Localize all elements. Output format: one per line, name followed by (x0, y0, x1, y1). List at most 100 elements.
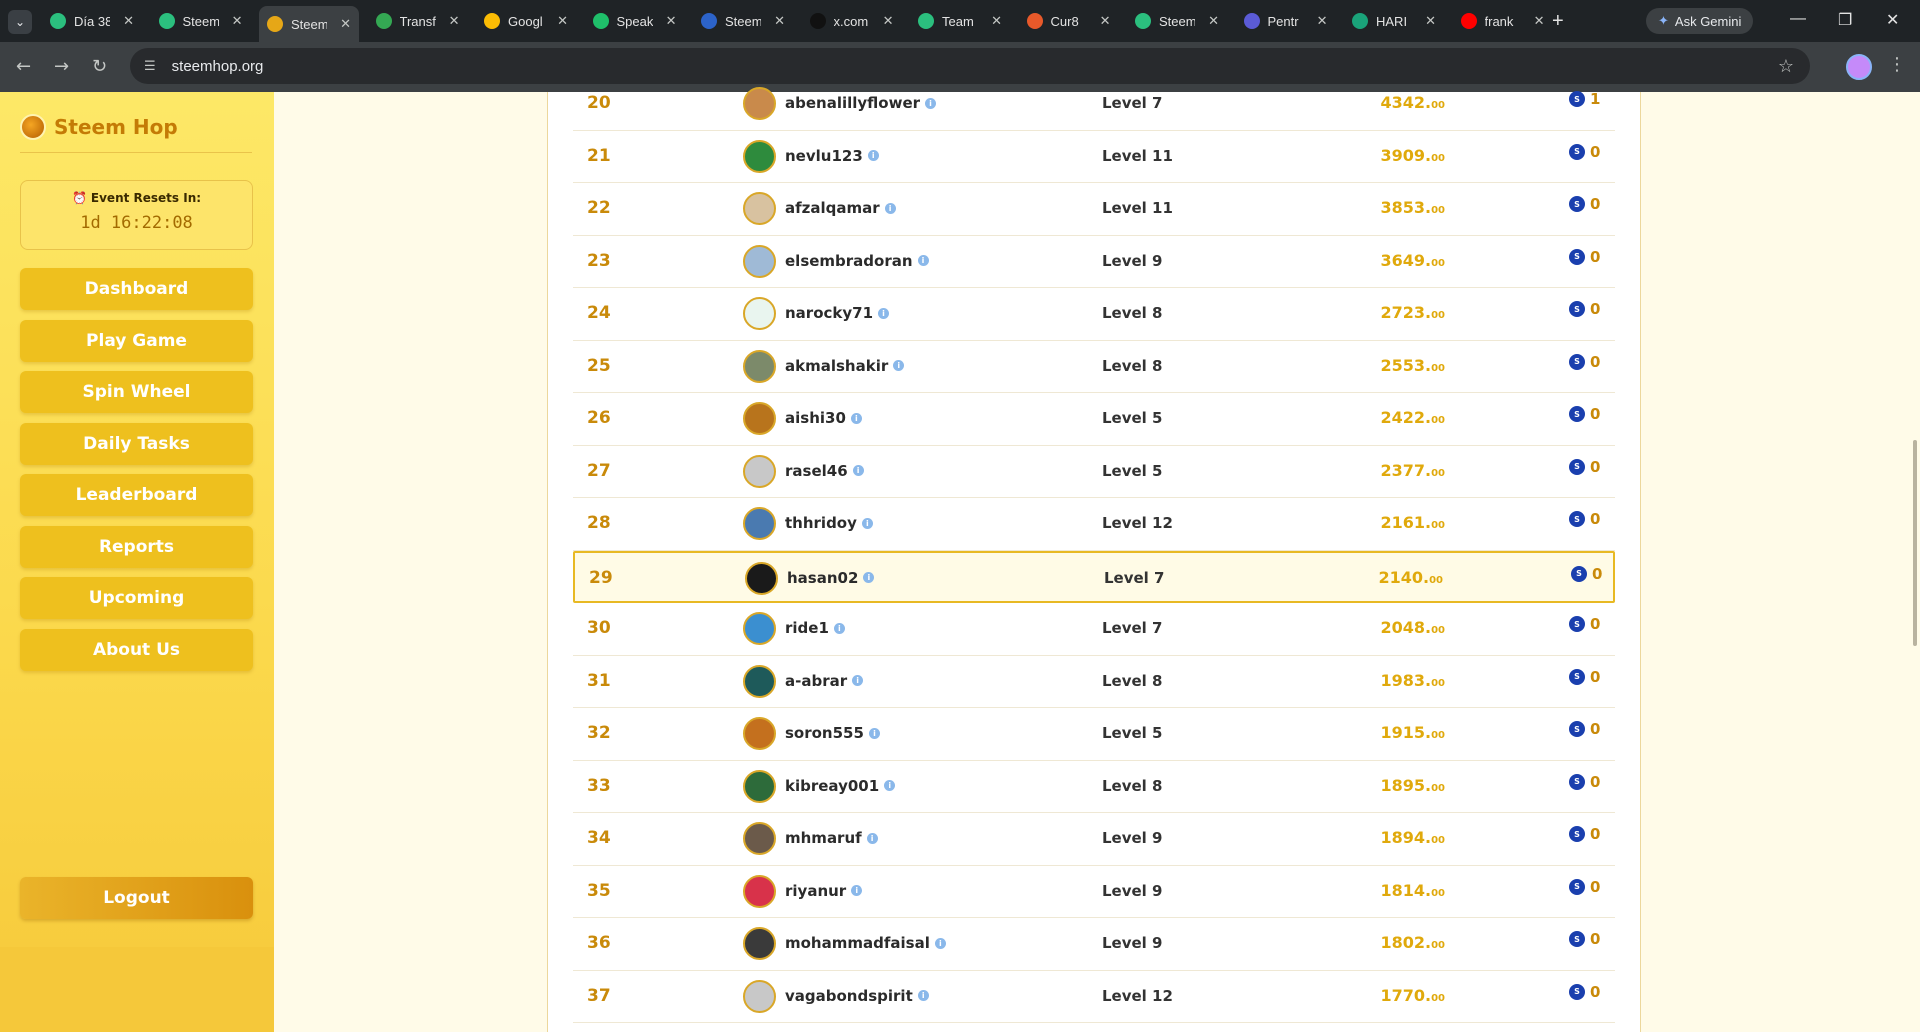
tab-close-icon[interactable]: ✕ (123, 13, 134, 29)
username[interactable]: afzalqamar (785, 199, 880, 217)
username[interactable]: mohammadfaisal (785, 934, 930, 952)
username[interactable]: riyanur (785, 882, 846, 900)
avatar[interactable] (743, 454, 776, 488)
username[interactable]: rasel46 (785, 462, 848, 480)
sidebar-item-upcoming[interactable]: Upcoming (20, 577, 253, 619)
tab-close-icon[interactable]: ✕ (1425, 13, 1436, 29)
info-icon[interactable]: i (884, 202, 896, 214)
info-icon[interactable]: i (917, 255, 929, 266)
avatar[interactable] (743, 822, 776, 855)
info-icon[interactable]: i (861, 517, 873, 529)
avatar[interactable] (743, 927, 776, 960)
tab-close-icon[interactable]: ✕ (1100, 13, 1111, 29)
info-icon[interactable]: i (852, 675, 864, 686)
username[interactable]: thhridoy (785, 514, 857, 532)
browser-tab[interactable]: Cur8 ✕ (1019, 6, 1119, 36)
avatar[interactable] (743, 402, 776, 435)
avatar[interactable] (743, 349, 776, 383)
avatar[interactable] (743, 192, 776, 225)
username[interactable]: vagabondspirit (785, 987, 913, 1005)
tab-close-icon[interactable]: ✕ (1534, 13, 1545, 29)
restore-icon[interactable]: ❐ (1838, 10, 1852, 30)
browser-tab[interactable]: frank ✕ (1453, 6, 1553, 36)
minimize-icon[interactable]: — (1790, 10, 1806, 28)
avatar[interactable] (743, 87, 776, 120)
browser-menu-icon[interactable]: ⋮ (1888, 54, 1906, 75)
username[interactable]: hasan02 (787, 569, 858, 587)
avatar[interactable] (743, 874, 776, 908)
tab-close-icon[interactable]: ✕ (232, 13, 243, 29)
sidebar-item-about-us[interactable]: About Us (20, 628, 253, 671)
info-icon[interactable]: i (851, 885, 863, 896)
avatar[interactable] (743, 979, 776, 1013)
avatar[interactable] (743, 717, 776, 750)
username[interactable]: soron555 (785, 724, 864, 742)
info-icon[interactable]: i (863, 572, 875, 583)
avatar[interactable] (743, 297, 776, 330)
browser-tab[interactable]: Team ✕ (910, 6, 1010, 36)
info-icon[interactable]: i (917, 990, 929, 1001)
ask-gemini-button[interactable]: ✦ Ask Gemini (1646, 8, 1754, 34)
sidebar-item-reports[interactable]: Reports (20, 525, 253, 568)
logout-button[interactable]: Logout (20, 877, 253, 919)
browser-tab[interactable]: Speak ✕ (585, 6, 685, 36)
info-icon[interactable]: i (833, 622, 845, 634)
username[interactable]: ride1 (785, 619, 829, 637)
reload-icon[interactable]: ↻ (92, 56, 107, 77)
username[interactable]: narocky71 (785, 304, 873, 322)
info-icon[interactable]: i (878, 307, 890, 319)
info-icon[interactable]: i (852, 465, 864, 476)
browser-tab[interactable]: Pentr ✕ (1236, 6, 1336, 36)
browser-tab[interactable]: Googl ✕ (476, 6, 576, 36)
username[interactable]: a-abrar (785, 672, 847, 690)
avatar[interactable] (743, 664, 776, 698)
bookmark-star-icon[interactable]: ☆ (1778, 56, 1794, 77)
username[interactable]: mhmaruf (785, 829, 862, 847)
sidebar-item-leaderboard[interactable]: Leaderboard (20, 474, 253, 516)
username[interactable]: abenalillyflower (785, 94, 920, 112)
avatar[interactable] (743, 612, 776, 645)
back-arrow-icon[interactable]: ← (16, 56, 31, 77)
tab-close-icon[interactable]: ✕ (666, 13, 677, 29)
username[interactable]: elsembradoran (785, 252, 913, 270)
profile-avatar[interactable] (1846, 54, 1872, 80)
tab-close-icon[interactable]: ✕ (1317, 13, 1328, 29)
info-icon[interactable]: i (868, 727, 880, 739)
sidebar-item-spin-wheel[interactable]: Spin Wheel (20, 371, 253, 413)
new-tab-plus-icon[interactable]: + (1552, 10, 1564, 33)
sidebar-item-daily-tasks[interactable]: Daily Tasks (20, 422, 253, 465)
page-scrollbar[interactable] (1913, 440, 1917, 646)
info-icon[interactable]: i (867, 150, 879, 161)
info-icon[interactable]: i (850, 412, 862, 424)
browser-tab[interactable]: Steem ✕ (693, 6, 793, 36)
username[interactable]: nevlu123 (785, 147, 863, 165)
tab-close-icon[interactable]: ✕ (557, 13, 568, 29)
info-icon[interactable]: i (925, 97, 937, 109)
username[interactable]: akmalshakir (785, 357, 888, 375)
tab-close-icon[interactable]: ✕ (1208, 13, 1219, 29)
browser-tab[interactable]: Steem ✕ (1127, 6, 1227, 36)
tab-close-icon[interactable]: ✕ (449, 13, 460, 29)
site-info-icon[interactable]: ☰ (144, 59, 156, 74)
username[interactable]: kibreay001 (785, 777, 879, 795)
tab-close-icon[interactable]: ✕ (774, 13, 785, 29)
avatar[interactable] (745, 561, 778, 595)
browser-tab[interactable]: Steem ✕ (151, 6, 251, 36)
browser-tab[interactable]: HARI ✕ (1344, 6, 1444, 36)
avatar[interactable] (743, 769, 776, 803)
sidebar-item-play-game[interactable]: Play Game (20, 319, 253, 362)
username[interactable]: aishi30 (785, 409, 846, 427)
info-icon[interactable]: i (934, 937, 946, 949)
avatar[interactable] (743, 507, 776, 540)
info-icon[interactable]: i (884, 780, 896, 791)
avatar[interactable] (743, 244, 776, 278)
tab-close-icon[interactable]: ✕ (991, 13, 1002, 29)
info-icon[interactable]: i (866, 832, 878, 844)
forward-arrow-icon[interactable]: → (54, 56, 69, 77)
tab-close-icon[interactable]: ✕ (340, 16, 351, 32)
browser-tab[interactable]: Steem ✕ (259, 6, 359, 42)
close-window-icon[interactable]: ✕ (1886, 10, 1899, 30)
brand[interactable]: Steem Hop (20, 114, 178, 140)
sidebar-item-dashboard[interactable]: Dashboard (20, 268, 253, 310)
tab-close-icon[interactable]: ✕ (883, 13, 894, 29)
